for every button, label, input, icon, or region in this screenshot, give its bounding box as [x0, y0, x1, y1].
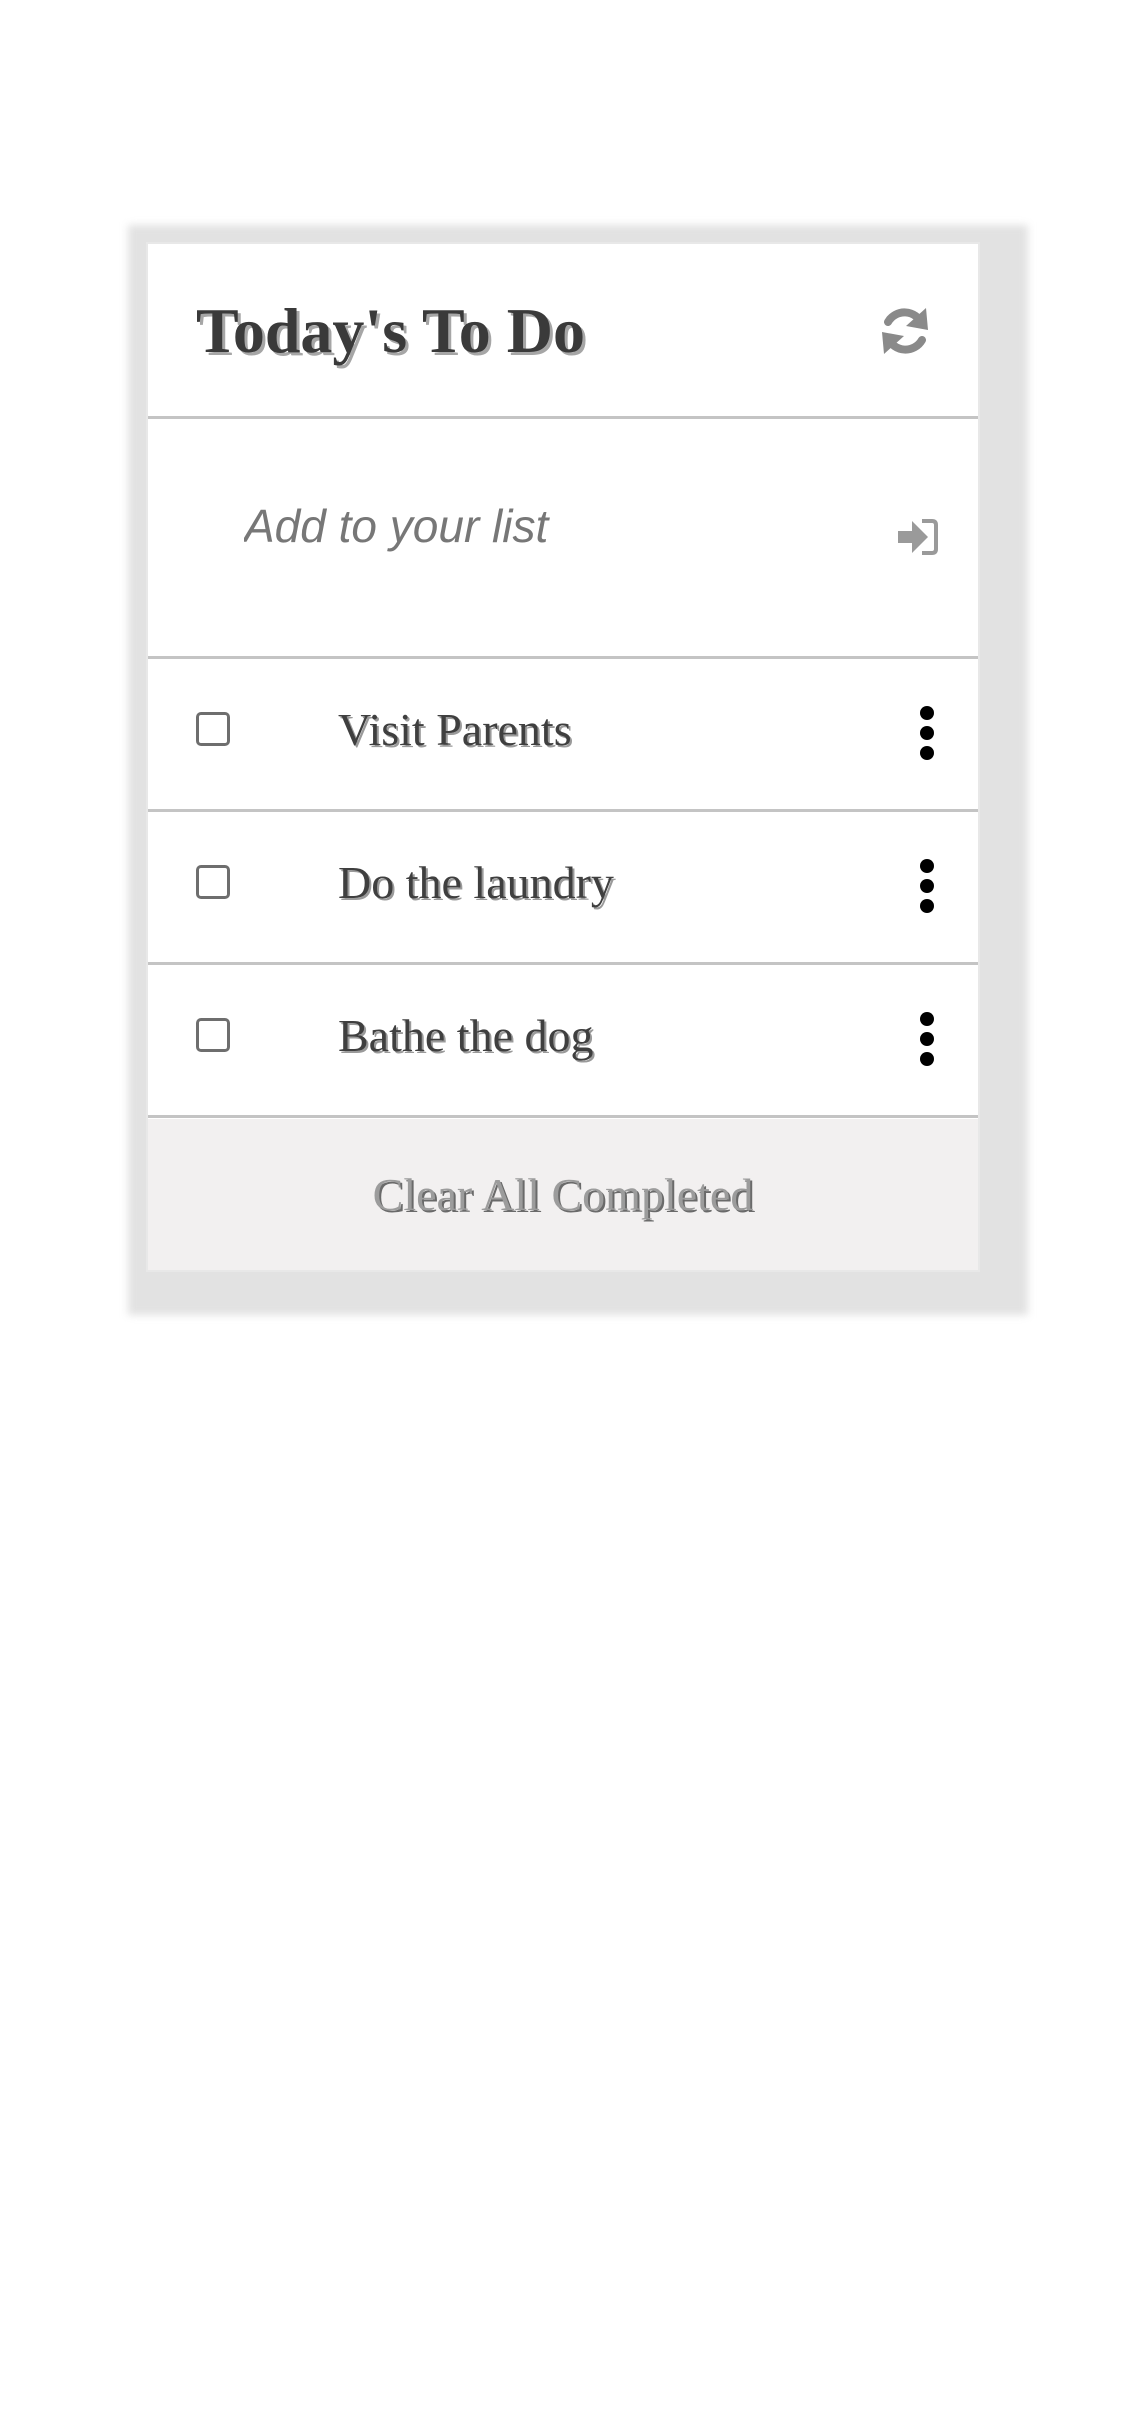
todo-label: Visit Parents — [338, 704, 572, 755]
todo-card: Today's To Do Visit Parents — [146, 242, 980, 1272]
todo-label: Do the laundry — [338, 857, 614, 908]
todo-item: Bathe the dog — [148, 965, 978, 1118]
todo-checkbox[interactable] — [196, 712, 230, 746]
clear-completed-button[interactable]: Clear All Completed — [148, 1119, 978, 1270]
todo-label: Bathe the dog — [338, 1010, 594, 1061]
todo-checkbox[interactable] — [196, 1018, 230, 1052]
todo-list: Visit Parents Do the laundry Bathe the d… — [148, 659, 978, 1118]
todo-item: Visit Parents — [148, 659, 978, 812]
todo-item: Do the laundry — [148, 812, 978, 965]
card-footer: Clear All Completed — [148, 1119, 978, 1270]
add-item-input[interactable] — [244, 491, 804, 561]
todo-checkbox[interactable] — [196, 865, 230, 899]
refresh-icon[interactable] — [876, 302, 934, 360]
more-options-icon[interactable] — [916, 705, 938, 761]
sign-in-icon[interactable] — [896, 517, 938, 557]
card-header: Today's To Do — [148, 244, 978, 419]
more-options-icon[interactable] — [916, 1011, 938, 1067]
page-title: Today's To Do — [196, 295, 585, 366]
more-options-icon[interactable] — [916, 858, 938, 914]
add-item-row — [148, 419, 978, 659]
